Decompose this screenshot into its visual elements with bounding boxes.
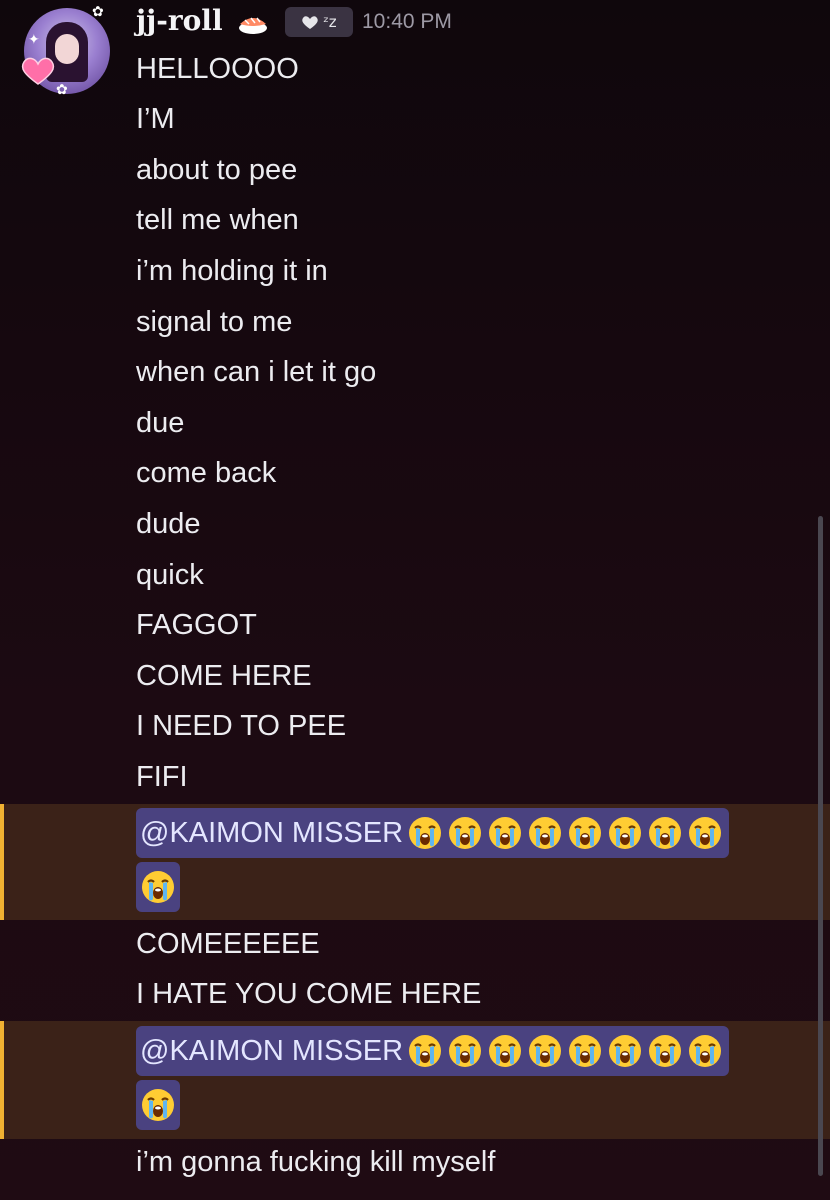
message-line: HELLOOOO xyxy=(136,53,299,85)
message-header: ✿ ✦ ✿ jj-roll ᶻz 10:40 PM xyxy=(0,0,830,98)
message-line: FAGGOT xyxy=(136,609,257,641)
mention-text: @KAIMON MISSER xyxy=(140,816,404,849)
user-mention[interactable]: @KAIMON MISSER xyxy=(136,1026,730,1076)
message-line: signal to me xyxy=(136,306,293,338)
message-line: i’m gonna fucking kill myself xyxy=(136,1146,496,1178)
mention-text: @KAIMON MISSER xyxy=(140,1034,404,1067)
avatar[interactable]: ✿ ✦ ✿ xyxy=(20,4,112,98)
loudly-crying-face-icon xyxy=(607,815,643,851)
message-line: I NEED TO PEE xyxy=(136,710,347,742)
loudly-crying-face-icon xyxy=(140,869,176,905)
message-line: come back xyxy=(136,457,277,489)
message-line: when can i let it go xyxy=(136,356,377,388)
heart-icon xyxy=(302,16,319,29)
loudly-crying-face-icon xyxy=(407,1033,443,1069)
loudly-crying-face-icon xyxy=(447,1033,483,1069)
loudly-crying-face-icon xyxy=(140,1087,176,1123)
loudly-crying-face-icon xyxy=(487,815,523,851)
sparkle-icon: ✿ xyxy=(56,82,68,98)
loudly-crying-face-icon xyxy=(567,1033,603,1069)
scrollbar[interactable] xyxy=(818,516,823,1176)
user-mention[interactable] xyxy=(136,862,180,912)
timestamp: 10:40 PM xyxy=(362,10,452,33)
sparkle-icon: ✦ xyxy=(28,32,40,48)
message-line: quick xyxy=(136,559,204,591)
loudly-crying-face-icon xyxy=(687,815,723,851)
message-line: COME HERE xyxy=(136,660,312,692)
sparkle-icon: ✿ xyxy=(92,4,104,20)
sushi-icon xyxy=(239,17,267,34)
loudly-crying-face-icon xyxy=(447,815,483,851)
loudly-crying-face-icon xyxy=(487,1033,523,1069)
message-line: dude xyxy=(136,508,201,540)
loudly-crying-face-icon xyxy=(527,1033,563,1069)
username[interactable]: jj-roll xyxy=(136,4,223,37)
message-line: I’M xyxy=(136,103,175,135)
loudly-crying-face-icon xyxy=(567,815,603,851)
message-line: I HATE YOU COME HERE xyxy=(136,978,482,1010)
status-label: ᶻz xyxy=(323,13,337,31)
message-line: i’m holding it in xyxy=(136,255,328,287)
mention-bar xyxy=(0,1021,4,1139)
user-mention[interactable] xyxy=(136,1080,180,1130)
loudly-crying-face-icon xyxy=(607,1033,643,1069)
heart-decoration-icon xyxy=(21,57,55,85)
loudly-crying-face-icon xyxy=(647,1033,683,1069)
mention-bar xyxy=(0,804,4,920)
message-line: COMEEEEEE xyxy=(136,928,320,960)
message-line: about to pee xyxy=(136,154,298,186)
status-badge[interactable]: ᶻz xyxy=(285,7,353,37)
message-line: tell me when xyxy=(136,204,299,236)
message-line: due xyxy=(136,407,185,439)
loudly-crying-face-icon xyxy=(687,1033,723,1069)
message-line: FIFI xyxy=(136,761,188,793)
loudly-crying-face-icon xyxy=(647,815,683,851)
loudly-crying-face-icon xyxy=(527,815,563,851)
loudly-crying-face-icon xyxy=(407,815,443,851)
user-mention[interactable]: @KAIMON MISSER xyxy=(136,808,730,858)
